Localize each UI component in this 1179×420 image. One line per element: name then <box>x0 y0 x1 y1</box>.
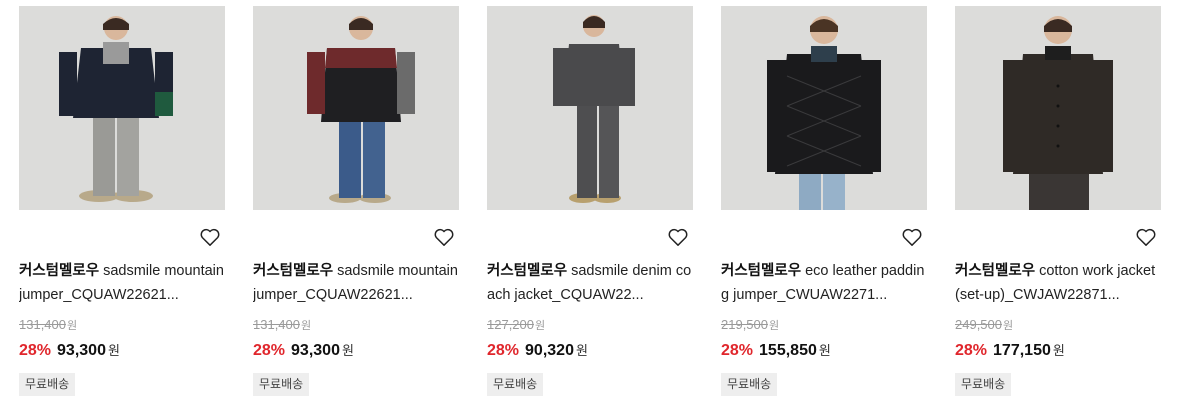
original-price: 249,500원 <box>955 317 1013 333</box>
product-card[interactable]: 커스텀멜로우 sadsmile denim coach jacket_CQUAW… <box>487 0 693 420</box>
sale-price: 28% 93,300 원 <box>253 340 354 360</box>
sale-price-value: 177,150 <box>993 342 1051 359</box>
free-shipping-badge: 무료배송 <box>19 373 76 396</box>
sale-price-value: 93,300 <box>57 342 106 359</box>
currency-unit: 원 <box>818 343 831 358</box>
original-price-value: 219,500 <box>721 317 768 332</box>
product-image[interactable] <box>721 6 927 210</box>
product-card[interactable]: 커스텀멜로우 sadsmile mountain jumper_CQUAW226… <box>253 0 459 420</box>
original-price-value: 249,500 <box>955 317 1002 332</box>
discount-rate: 28% <box>955 342 988 359</box>
discount-rate: 28% <box>721 342 754 359</box>
wishlist-heart-icon[interactable] <box>199 227 221 247</box>
currency-unit: 원 <box>769 320 780 332</box>
sale-price-value: 93,300 <box>291 342 340 359</box>
product-image[interactable] <box>955 6 1161 210</box>
currency-unit: 원 <box>1003 320 1014 332</box>
currency-unit: 원 <box>1052 343 1065 358</box>
sale-price: 28% 90,320 원 <box>487 340 588 360</box>
brand-name: 커스텀멜로우 <box>487 263 568 279</box>
brand-name: 커스텀멜로우 <box>19 263 100 279</box>
sale-price-value: 155,850 <box>759 342 817 359</box>
free-shipping-badge: 무료배송 <box>253 373 310 396</box>
sale-price-value: 90,320 <box>525 342 574 359</box>
currency-unit: 원 <box>575 343 588 358</box>
sale-price: 28% 177,150 원 <box>955 340 1065 360</box>
currency-unit: 원 <box>341 343 354 358</box>
wishlist-heart-icon[interactable] <box>667 227 689 247</box>
original-price: 131,400원 <box>253 317 311 333</box>
product-name[interactable]: 커스텀멜로우 eco leather padding jumper_CWUAW2… <box>721 259 927 307</box>
free-shipping-badge: 무료배송 <box>487 373 544 396</box>
brand-name: 커스텀멜로우 <box>253 263 334 279</box>
wishlist-heart-icon[interactable] <box>1135 227 1157 247</box>
product-name[interactable]: 커스텀멜로우 cotton work jacket (set-up)_CWJAW… <box>955 259 1161 307</box>
original-price: 127,200원 <box>487 317 545 333</box>
wishlist-heart-icon[interactable] <box>433 227 455 247</box>
product-name[interactable]: 커스텀멜로우 sadsmile mountain jumper_CQUAW226… <box>19 259 225 307</box>
original-price: 219,500원 <box>721 317 779 333</box>
product-name[interactable]: 커스텀멜로우 sadsmile denim coach jacket_CQUAW… <box>487 259 693 307</box>
original-price-value: 127,200 <box>487 317 534 332</box>
product-card[interactable]: 커스텀멜로우 eco leather padding jumper_CWUAW2… <box>721 0 927 420</box>
sale-price: 28% 155,850 원 <box>721 340 831 360</box>
original-price-value: 131,400 <box>253 317 300 332</box>
currency-unit: 원 <box>107 343 120 358</box>
product-image[interactable] <box>19 6 225 210</box>
discount-rate: 28% <box>19 342 52 359</box>
free-shipping-badge: 무료배송 <box>721 373 778 396</box>
brand-name: 커스텀멜로우 <box>955 263 1036 279</box>
product-card[interactable]: 커스텀멜로우 cotton work jacket (set-up)_CWJAW… <box>955 0 1161 420</box>
wishlist-heart-icon[interactable] <box>901 227 923 247</box>
product-card[interactable]: 커스텀멜로우 sadsmile mountain jumper_CQUAW226… <box>19 0 225 420</box>
product-name[interactable]: 커스텀멜로우 sadsmile mountain jumper_CQUAW226… <box>253 259 459 307</box>
sale-price: 28% 93,300 원 <box>19 340 120 360</box>
brand-name: 커스텀멜로우 <box>721 263 802 279</box>
product-image[interactable] <box>253 6 459 210</box>
product-image[interactable] <box>487 6 693 210</box>
discount-rate: 28% <box>487 342 520 359</box>
discount-rate: 28% <box>253 342 286 359</box>
free-shipping-badge: 무료배송 <box>955 373 1012 396</box>
currency-unit: 원 <box>301 320 312 332</box>
product-grid: 커스텀멜로우 sadsmile mountain jumper_CQUAW226… <box>0 0 1179 420</box>
currency-unit: 원 <box>535 320 546 332</box>
original-price-value: 131,400 <box>19 317 66 332</box>
currency-unit: 원 <box>67 320 78 332</box>
original-price: 131,400원 <box>19 317 77 333</box>
